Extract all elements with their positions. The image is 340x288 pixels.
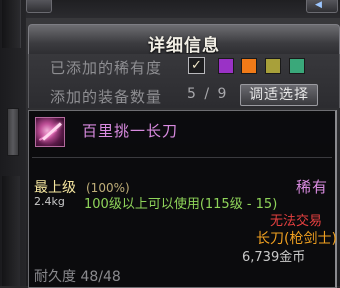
- rarity-swatch-orange[interactable]: [241, 58, 257, 74]
- left-panel-bottom: [2, 176, 20, 286]
- adjust-selection-button[interactable]: 调适选择: [240, 84, 318, 106]
- item-rarity: 稀有: [296, 178, 329, 196]
- top-right-button[interactable]: ◀: [306, 0, 338, 13]
- item-type: 长刀(枪剑士): [256, 231, 337, 247]
- title-bar: 详细信息: [28, 24, 340, 56]
- left-panel: [0, 0, 26, 286]
- item-price: 6,739金币: [242, 250, 306, 265]
- item-durability: 耐久度 48/48: [34, 269, 121, 285]
- tooltip-divider: [32, 157, 332, 158]
- equip-count-label: 添加的装备数量: [50, 88, 163, 106]
- rarity-swatch-green[interactable]: [289, 58, 305, 74]
- scrollbar-thumb[interactable]: [7, 108, 19, 156]
- rarity-checkbox[interactable]: ✓: [188, 57, 205, 74]
- item-trade-status: 无法交易: [270, 214, 323, 229]
- top-left-button[interactable]: [26, 0, 52, 13]
- item-weight: 2.4kg: [34, 195, 65, 208]
- left-panel-top: [2, 0, 21, 48]
- blade-edge: [42, 122, 62, 141]
- arrow-icon: ◀: [315, 0, 322, 10]
- item-requirement: 100级以上可以使用(115级 - 15): [84, 197, 278, 212]
- item-name: 百里挑一长刀: [82, 122, 179, 140]
- item-grade-text: 最上级: [34, 180, 76, 196]
- rarity-label: 已添加的稀有度: [50, 59, 163, 77]
- rarity-swatch-olive[interactable]: [265, 58, 281, 74]
- equip-count-value: 5 / 9: [187, 86, 229, 102]
- rarity-swatch-purple[interactable]: [218, 58, 234, 74]
- panel-title: 详细信息: [148, 36, 220, 56]
- top-strip: ◀: [26, 0, 340, 18]
- weapon-longsword-icon: [35, 117, 65, 147]
